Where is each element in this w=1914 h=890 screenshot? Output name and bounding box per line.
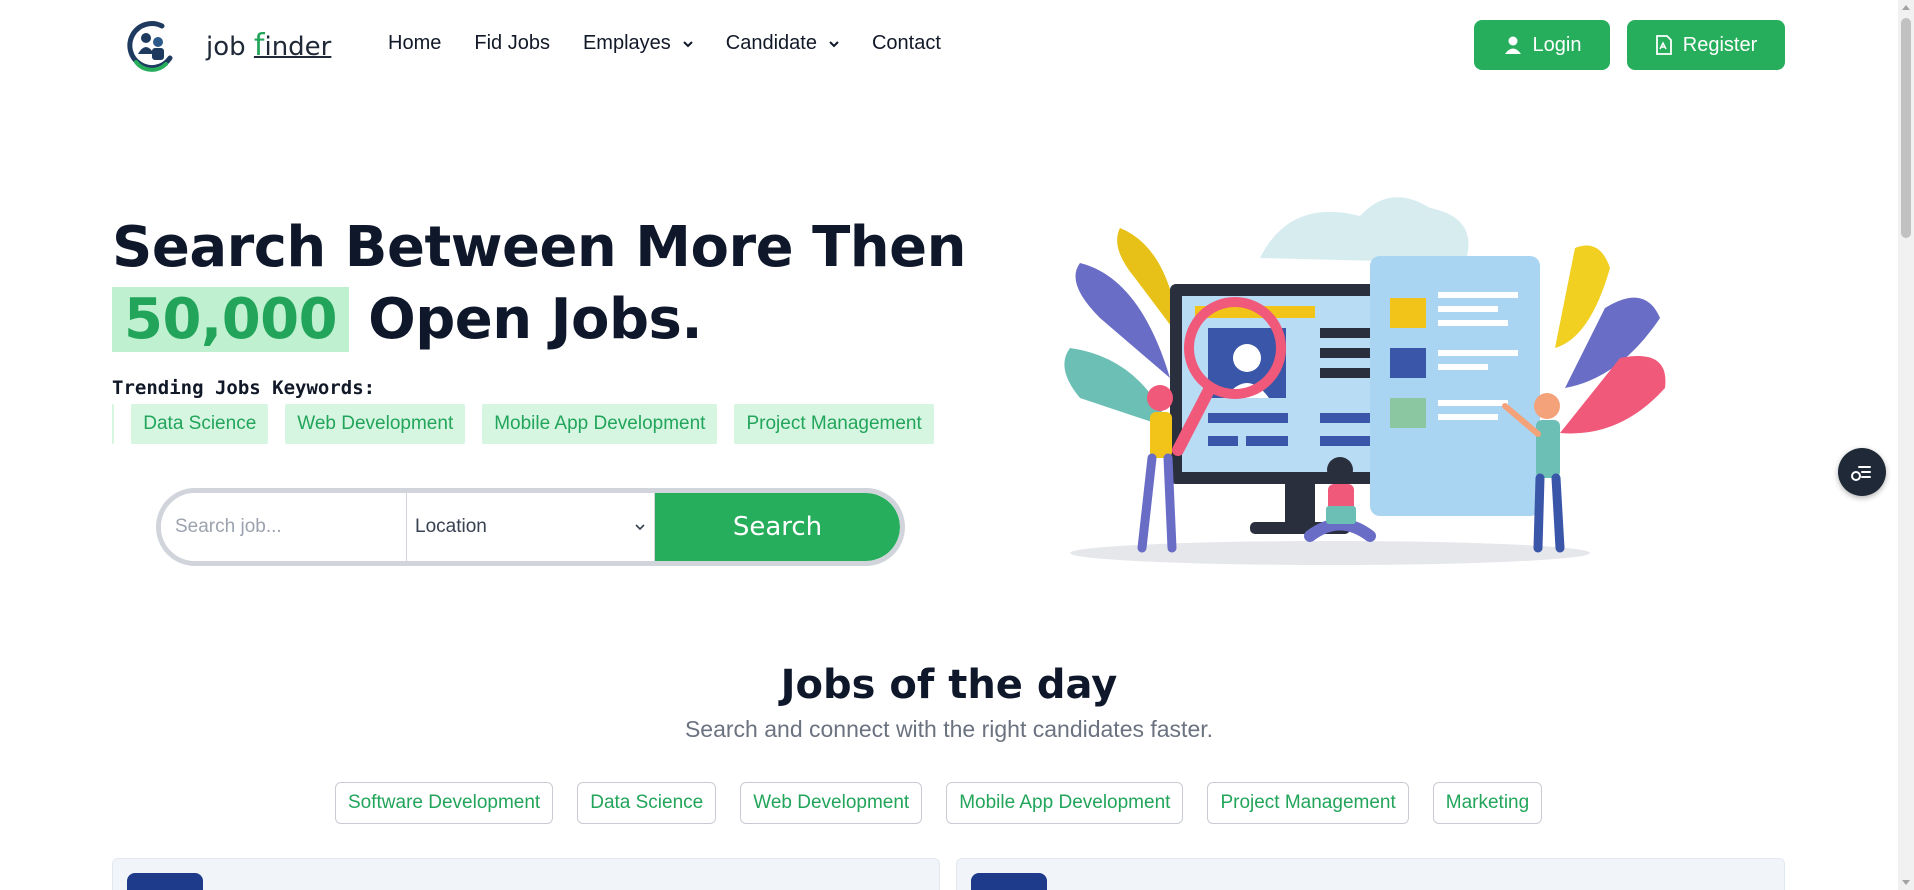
brand-logo[interactable]: job finder <box>122 18 331 72</box>
jobs-section-title: Jobs of the day <box>780 662 1118 708</box>
page-scrollbar[interactable] <box>1898 0 1914 890</box>
scroll-down-arrow-icon[interactable] <box>1902 880 1910 885</box>
scroll-thumb[interactable] <box>1901 18 1911 238</box>
hero-illustration <box>1064 197 1666 565</box>
nav-item-candidate[interactable]: Candidate <box>726 32 839 55</box>
trending-chip[interactable]: Data Science <box>131 404 269 444</box>
location-select[interactable]: Location <box>407 493 655 561</box>
site-header: job finder Home Fid Jobs Emplayes Candid… <box>0 0 1898 90</box>
trending-chip[interactable]: Project Management <box>734 404 934 444</box>
scroll-up-arrow-icon[interactable] <box>1902 5 1910 10</box>
chevron-down-icon <box>683 40 693 47</box>
chevron-down-icon <box>829 40 839 47</box>
register-button[interactable]: Register <box>1627 20 1785 70</box>
category-chip[interactable]: Software Development <box>335 782 554 824</box>
floating-menu-button[interactable] <box>1838 448 1886 496</box>
job-card[interactable] <box>112 858 940 890</box>
jobs-section-subtitle: Search and connect with the right candid… <box>684 716 1214 742</box>
search-job-input[interactable] <box>161 493 407 561</box>
trending-keywords: ment Data Science Web Development Mobile… <box>112 404 950 444</box>
nav-item-find-jobs[interactable]: Fid Jobs <box>474 32 550 55</box>
trending-chip[interactable]: Web Development <box>285 404 466 444</box>
nav-item-contact[interactable]: Contact <box>872 32 941 55</box>
hero-title: Search Between More Then 50,000 Open Job… <box>112 215 966 352</box>
trending-chip[interactable]: ment <box>112 404 115 444</box>
search-button[interactable]: Search <box>655 493 900 561</box>
hero-highlight-count: 50,000 <box>112 287 350 352</box>
login-button[interactable]: Login <box>1474 20 1610 70</box>
category-chip[interactable]: Web Development <box>740 782 923 824</box>
user-icon <box>1504 36 1521 54</box>
trending-label: Trending Jobs Keywords: <box>112 377 376 399</box>
job-card[interactable] <box>956 858 1785 890</box>
category-chip[interactable]: Project Management <box>1207 782 1409 824</box>
nav-item-home[interactable]: Home <box>388 32 441 55</box>
job-search-bar: Location Search <box>156 488 905 566</box>
logo-text: job finder <box>206 27 332 63</box>
nav-item-employers[interactable]: Emplayes <box>583 32 693 55</box>
category-chip[interactable]: Mobile App Development <box>946 782 1184 824</box>
document-icon <box>1655 35 1672 55</box>
logo-mark-icon <box>127 21 173 72</box>
trending-chip[interactable]: Mobile App Development <box>482 404 718 444</box>
list-settings-icon <box>1851 466 1871 481</box>
main-nav: Home Fid Jobs Emplayes Candidate Contact <box>388 32 974 55</box>
job-category-filters: Software Development Data Science Web De… <box>335 782 1543 824</box>
company-logo <box>127 873 203 890</box>
category-chip[interactable]: Marketing <box>1432 782 1543 824</box>
chevron-down-icon <box>635 524 645 531</box>
category-chip[interactable]: Data Science <box>577 782 717 824</box>
company-logo <box>971 873 1047 890</box>
